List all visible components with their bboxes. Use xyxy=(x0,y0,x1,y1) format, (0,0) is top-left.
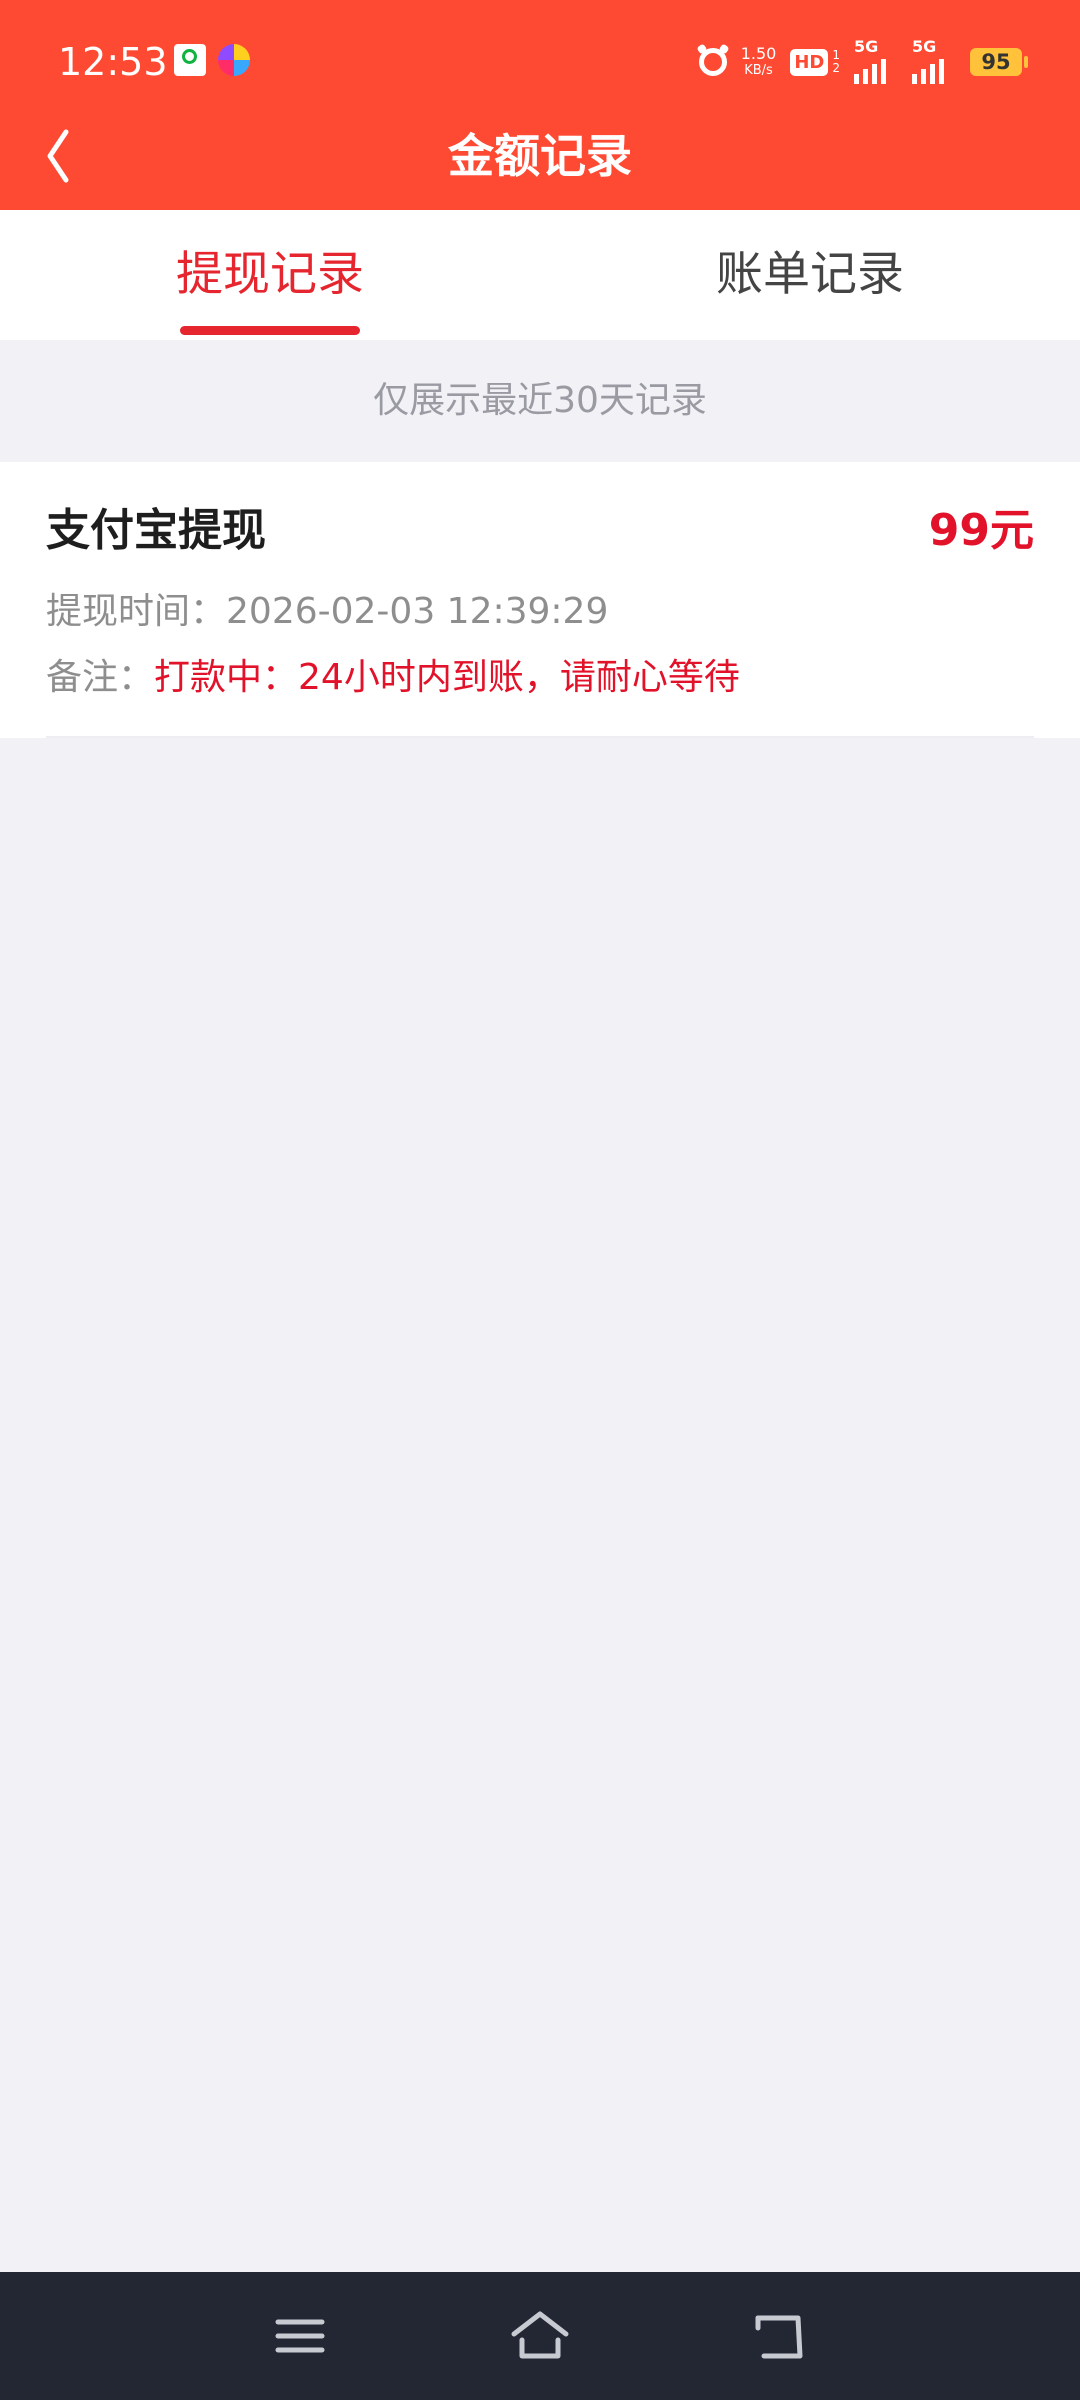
network-speed-value: 1.50 xyxy=(740,44,777,63)
home-icon[interactable] xyxy=(504,2300,576,2372)
system-navigation-bar xyxy=(0,2272,1080,2400)
record-note-value: 打款中：24小时内到账，请耐心等待 xyxy=(154,657,740,698)
signal-5g-icon: 5G xyxy=(912,37,956,84)
record-note-label: 备注： xyxy=(46,657,155,698)
signal-5g-icon: 5G xyxy=(854,37,898,84)
record-time-label: 提现时间： xyxy=(46,591,227,632)
tab-bill-records[interactable]: 账单记录 xyxy=(540,210,1080,340)
alarm-icon xyxy=(698,48,727,76)
video-app-icon xyxy=(174,44,206,76)
menu-icon[interactable] xyxy=(264,2300,336,2372)
back-icon[interactable] xyxy=(744,2300,816,2372)
status-time: 12:53 xyxy=(58,40,168,84)
record-time-value: 2026-02-03 12:39:29 xyxy=(226,591,609,632)
record-note: 备注：打款中：24小时内到账，请耐心等待 xyxy=(46,654,740,702)
record-time: 提现时间：2026-02-03 12:39:29 xyxy=(46,588,608,636)
signal-2-label: 5G xyxy=(912,37,937,56)
record-tabs: 提现记录 账单记录 xyxy=(0,210,1080,340)
tab-withdraw-records[interactable]: 提现记录 xyxy=(0,210,540,340)
active-tab-indicator xyxy=(180,326,360,335)
record-title: 支付宝提现 xyxy=(46,505,266,556)
record-amount: 99元 xyxy=(928,505,1034,556)
signal-1-label: 5G xyxy=(854,37,879,56)
network-speed: 1.50 KB/s xyxy=(741,45,777,79)
withdraw-record-item[interactable]: 支付宝提现 99元 提现时间：2026-02-03 12:39:29 备注：打款… xyxy=(0,462,1080,738)
records-notice: 仅展示最近30天记录 xyxy=(373,380,707,421)
hd-sub-bottom: 2 xyxy=(832,61,840,75)
divider xyxy=(46,736,1034,738)
header-bar: 12:53 1.50 KB/s HD 1 2 5G 5G 95 金额记录 xyxy=(0,0,1080,210)
battery-icon: 95 xyxy=(970,48,1028,76)
page-title: 金额记录 xyxy=(448,129,632,183)
hd-sub-labels: 1 2 xyxy=(832,49,840,75)
colorful-app-icon xyxy=(218,44,250,76)
status-icons: 1.50 KB/s HD 1 2 5G 5G 95 xyxy=(698,34,1028,90)
hd-voice-icon: HD xyxy=(790,48,829,76)
network-speed-unit: KB/s xyxy=(744,63,773,78)
navigation-bar: 金额记录 xyxy=(0,100,1080,210)
